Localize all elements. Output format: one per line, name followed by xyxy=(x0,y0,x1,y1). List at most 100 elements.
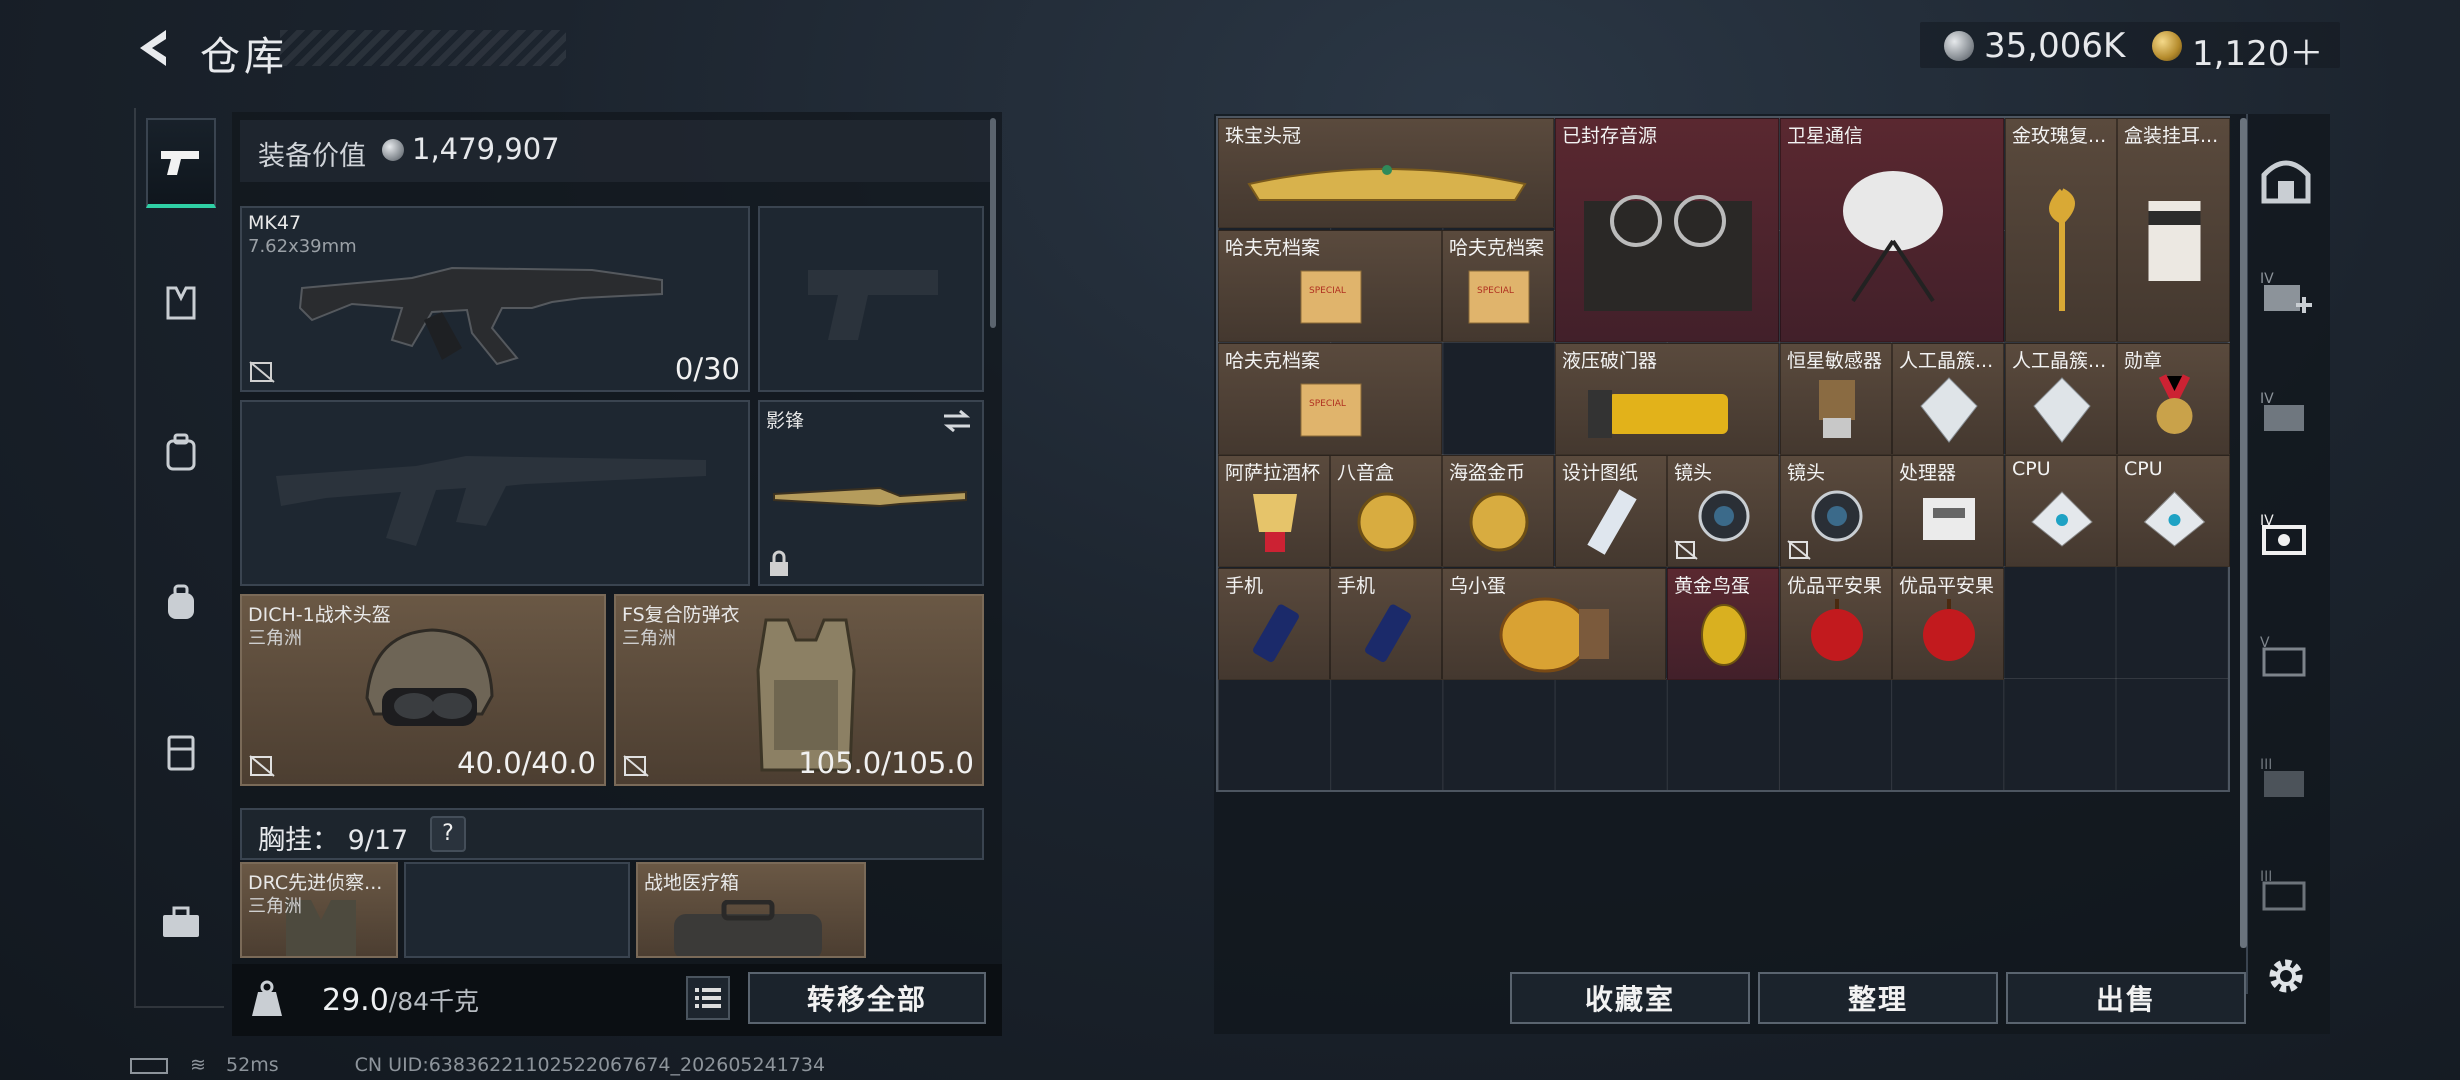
lock-icon xyxy=(770,550,788,576)
storage-item[interactable]: SPECIAL 哈夫克档案 xyxy=(1218,230,1442,342)
nav-backpack[interactable] xyxy=(146,408,216,498)
storage-item[interactable]: 已封存音源 xyxy=(1555,118,1779,342)
settings-button[interactable] xyxy=(2256,946,2316,1006)
pouch-icon xyxy=(168,584,194,619)
item-name: 八音盒 xyxy=(1337,462,1395,484)
transfer-all-button[interactable]: 转移全部 xyxy=(748,972,986,1024)
item-image xyxy=(1584,195,1752,311)
current-weight: 29.0 xyxy=(322,983,389,1018)
tab-storage-4a[interactable]: IV xyxy=(2256,382,2316,442)
storage-item[interactable]: 金玫瑰复... xyxy=(2005,118,2117,342)
melee-name: 影锋 xyxy=(766,410,805,432)
tab-storage-4-add[interactable]: IV xyxy=(2256,262,2316,322)
storage-item[interactable]: 珠宝头冠 xyxy=(1218,118,1554,228)
storage-item[interactable]: 海盗金币 xyxy=(1442,455,1554,567)
item-name: 镜头 xyxy=(1674,462,1713,484)
nav-toolkit[interactable] xyxy=(146,878,216,968)
ping-value: 52ms xyxy=(226,1054,279,1076)
armor-origin: 三角洲 xyxy=(622,628,676,649)
svg-text:SPECIAL: SPECIAL xyxy=(1309,399,1346,409)
list-icon xyxy=(695,988,721,1008)
tab-storage-5[interactable]: V xyxy=(2256,626,2316,686)
nav-weapons[interactable] xyxy=(146,118,216,208)
briefcase-icon xyxy=(163,906,199,937)
chest-rig-empty-slot[interactable] xyxy=(404,862,630,958)
equipment-value-amount: 1,479,907 xyxy=(412,132,560,166)
item-name: 设计图纸 xyxy=(1562,462,1639,484)
sell-button[interactable]: 出售 xyxy=(2006,972,2246,1024)
storage-item[interactable]: CPU xyxy=(2117,455,2230,567)
collection-room-button[interactable]: 收藏室 xyxy=(1510,972,1750,1024)
slot-primary-weapon[interactable]: MK47 7.62x39mm 0/30 xyxy=(240,206,750,392)
storage-item[interactable]: 镜头 xyxy=(1780,455,1892,567)
vest-icon xyxy=(166,286,196,320)
storage-item[interactable]: 黄金鸟蛋 xyxy=(1667,568,1779,680)
slot-sidearm[interactable] xyxy=(758,206,984,392)
armor-name: FS复合防弹衣 xyxy=(622,604,740,626)
chest-rig-help-button[interactable]: ? xyxy=(430,816,466,852)
slot-armor[interactable]: FS复合防弹衣 三角洲 105.0/105.0 xyxy=(614,594,984,786)
item-name: 盒装挂耳... xyxy=(2124,125,2219,147)
item-name: 人工晶簇... xyxy=(1899,350,1994,372)
storage-item[interactable]: 勋章 xyxy=(2117,343,2230,455)
nav-chest-rig[interactable] xyxy=(146,258,216,348)
storage-item[interactable]: 八音盒 xyxy=(1330,455,1442,567)
tab-storage-overview[interactable] xyxy=(2256,150,2316,210)
medkit-item[interactable]: 战地医疗箱 xyxy=(636,862,866,958)
slot-secondary-weapon[interactable] xyxy=(240,400,750,586)
weapon-caliber: 7.62x39mm xyxy=(248,236,357,257)
tab-storage-3a[interactable]: III xyxy=(2256,748,2316,808)
tab-storage-3b[interactable]: III xyxy=(2256,860,2316,920)
storage-icon: III xyxy=(2260,869,2306,911)
storage-item[interactable]: 盒装挂耳... xyxy=(2117,118,2230,342)
user-id: CN UID:6383622110252206767​4_20260524173… xyxy=(354,1054,826,1076)
vault-icon xyxy=(2261,160,2311,204)
storage-item[interactable]: SPECIAL 哈夫克档案 xyxy=(1442,230,1554,342)
storage-item[interactable]: 恒星敏感器 xyxy=(1780,343,1892,455)
weapon-name: MK47 xyxy=(248,212,302,234)
not-insured-icon xyxy=(249,755,275,777)
storage-item[interactable]: 镜头 xyxy=(1667,455,1779,567)
storage-item[interactable]: 人工晶簇... xyxy=(2005,343,2117,455)
item-name: 乌小蛋 xyxy=(1449,575,1507,597)
swap-icon[interactable] xyxy=(940,408,974,434)
chest-rig-capacity: 9/17 xyxy=(347,825,409,856)
sort-button[interactable]: 整理 xyxy=(1758,972,1998,1024)
item-name: 优品平安果 xyxy=(1787,575,1883,597)
storage-scrollbar[interactable] xyxy=(2240,118,2247,948)
tab-storage-4b-active[interactable]: IV xyxy=(2256,504,2316,564)
nav-safebox[interactable] xyxy=(146,708,216,798)
equipment-value-label: 装备价值 xyxy=(258,141,366,172)
storage-item[interactable]: 优品平安果 xyxy=(1780,568,1892,680)
gold-amount[interactable]: 1,120＋ xyxy=(2192,26,2323,75)
item-name: 金玫瑰复... xyxy=(2012,125,2107,147)
storage-item[interactable]: 卫星通信 xyxy=(1780,118,2004,342)
nav-pouch[interactable] xyxy=(146,558,216,648)
storage-item[interactable]: 设计图纸 xyxy=(1555,455,1667,567)
wifi-icon: ≋ xyxy=(190,1054,206,1076)
item-name: CPU xyxy=(2012,458,2051,480)
slot-melee[interactable]: 影锋 xyxy=(758,400,984,586)
item-image xyxy=(2049,188,2075,311)
storage-item[interactable]: 手机 xyxy=(1330,568,1442,680)
storage-item[interactable]: 乌小蛋 xyxy=(1442,568,1666,680)
svg-text:SPECIAL: SPECIAL xyxy=(1309,286,1346,296)
storage-item[interactable]: 阿萨拉酒杯 xyxy=(1218,455,1330,567)
loadout-scrollbar[interactable] xyxy=(990,118,996,328)
storage-item[interactable]: CPU xyxy=(2005,455,2117,567)
storage-item[interactable]: 手机 xyxy=(1218,568,1330,680)
page-title: 仓库 xyxy=(200,34,288,80)
item-name: 勋章 xyxy=(2124,350,2163,372)
weight-icon xyxy=(252,980,282,1016)
storage-item[interactable]: SPECIAL 哈夫克档案 xyxy=(1218,343,1442,455)
item-image xyxy=(1843,171,1943,303)
storage-item[interactable]: 液压破门器 xyxy=(1555,343,1779,455)
storage-item[interactable]: 处理器 xyxy=(1892,455,2004,567)
back-arrow-icon[interactable] xyxy=(132,26,176,70)
storage-item[interactable]: 人工晶簇... xyxy=(1892,343,2004,455)
slot-helmet[interactable]: DICH-1战术头盔 三角洲 40.0/40.0 xyxy=(240,594,606,786)
chest-rig-item[interactable]: DRC先进侦察... 三角洲 xyxy=(240,862,398,958)
list-view-button[interactable] xyxy=(686,976,730,1020)
chest-rig-label: 胸挂： 9/17 xyxy=(258,818,408,857)
storage-item[interactable]: 优品平安果 xyxy=(1892,568,2004,680)
